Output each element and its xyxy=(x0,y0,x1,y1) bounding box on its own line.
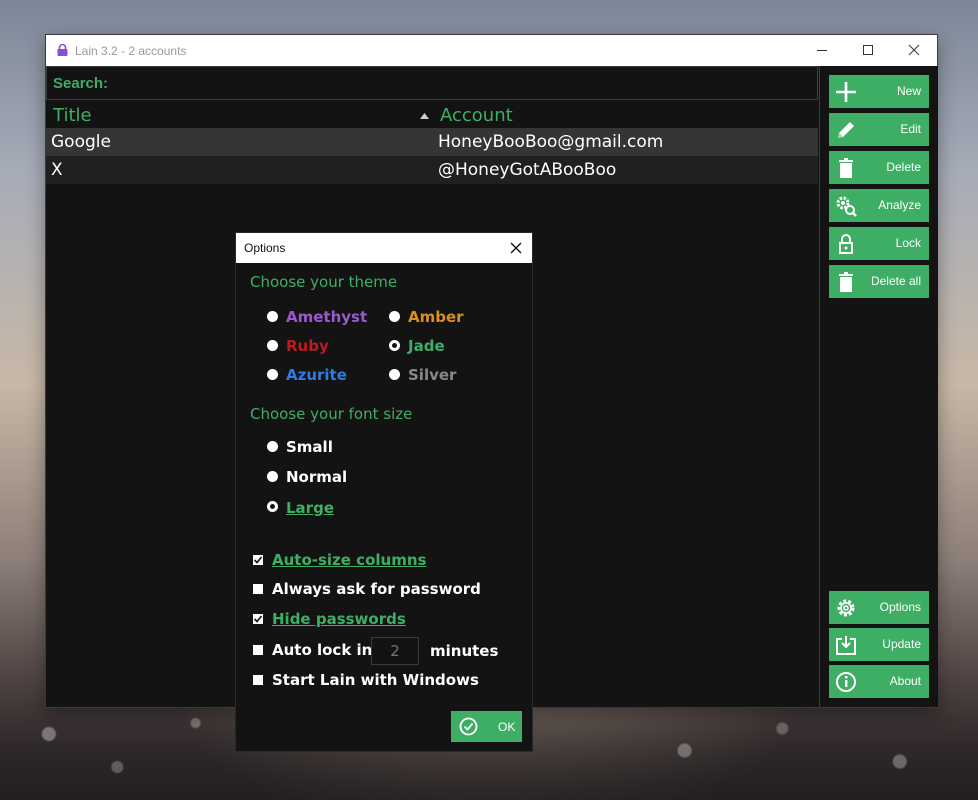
about-button[interactable]: About xyxy=(829,665,929,698)
start-with-windows-label[interactable]: Start Lain with Windows xyxy=(272,671,479,689)
trash-icon xyxy=(839,272,853,292)
auto-size-columns-label[interactable]: Auto-size columns xyxy=(272,551,426,569)
theme-radio-azurite[interactable] xyxy=(267,369,278,380)
auto-lock-label[interactable]: Auto lock in xyxy=(272,641,372,659)
start-with-windows-checkbox[interactable] xyxy=(253,675,263,685)
theme-section-label: Choose your theme xyxy=(250,273,398,291)
analyze-button[interactable]: Analyze xyxy=(829,189,929,222)
options-dialog: Options Choose your theme Amethyst Amber… xyxy=(236,233,532,751)
ok-button[interactable]: OK xyxy=(451,711,522,742)
download-icon xyxy=(836,636,856,655)
column-header-title[interactable]: Title xyxy=(53,105,92,126)
cell-title: Google xyxy=(51,132,111,152)
minimize-button[interactable] xyxy=(799,35,845,66)
ok-button-label: OK xyxy=(498,720,516,734)
lock-button-label: Lock xyxy=(895,236,921,250)
close-button[interactable] xyxy=(891,35,937,66)
search-label: Search: xyxy=(53,75,109,92)
close-icon[interactable] xyxy=(506,238,526,258)
font-size-option-normal[interactable]: Normal xyxy=(286,468,347,486)
gear-icon xyxy=(837,599,855,617)
new-button[interactable]: New xyxy=(829,75,929,108)
update-button-label: Update xyxy=(882,637,921,651)
theme-option-amber[interactable]: Amber xyxy=(408,308,464,326)
minimize-icon xyxy=(817,50,827,51)
auto-size-columns-checkbox[interactable] xyxy=(253,555,263,565)
checkmark-icon xyxy=(253,615,263,623)
trash-icon xyxy=(839,158,853,178)
info-icon xyxy=(836,672,856,692)
search-input[interactable] xyxy=(109,71,813,97)
hide-passwords-checkbox[interactable] xyxy=(253,614,263,624)
font-size-radio-normal[interactable] xyxy=(267,471,278,482)
close-icon xyxy=(908,44,920,56)
about-button-label: About xyxy=(889,674,921,688)
padlock-icon xyxy=(57,44,68,56)
plus-icon xyxy=(836,82,856,102)
maximize-button[interactable] xyxy=(845,35,891,66)
auto-lock-checkbox[interactable] xyxy=(253,645,263,655)
theme-option-silver[interactable]: Silver xyxy=(408,366,456,384)
update-button[interactable]: Update xyxy=(829,628,929,661)
options-button-label: Options xyxy=(879,600,921,614)
theme-radio-amber[interactable] xyxy=(389,311,400,322)
table-row[interactable]: Google HoneyBooBoo@gmail.com xyxy=(46,128,818,156)
theme-option-azurite[interactable]: Azurite xyxy=(286,366,347,384)
auto-lock-minutes-suffix: minutes xyxy=(430,642,499,660)
check-circle-icon xyxy=(459,717,478,736)
delete-button[interactable]: Delete xyxy=(829,151,929,184)
theme-option-ruby[interactable]: Ruby xyxy=(286,337,329,355)
title-bar: Lain 3.2 - 2 accounts xyxy=(46,35,937,66)
delete-all-button[interactable]: Delete all xyxy=(829,265,929,298)
column-header-account[interactable]: Account xyxy=(440,105,513,126)
options-button[interactable]: Options xyxy=(829,591,929,624)
auto-lock-minutes-input[interactable]: 2 xyxy=(371,637,419,665)
new-button-label: New xyxy=(896,84,921,98)
window-title: Lain 3.2 - 2 accounts xyxy=(75,44,187,58)
maximize-icon xyxy=(863,45,873,55)
theme-radio-ruby[interactable] xyxy=(267,340,278,351)
edit-button-label: Edit xyxy=(900,122,921,136)
options-dialog-titlebar: Options xyxy=(236,233,532,263)
ask-password-label[interactable]: Always ask for password xyxy=(272,580,481,598)
pencil-icon xyxy=(838,122,854,138)
search-bar: Search: xyxy=(46,66,818,100)
font-size-option-small[interactable]: Small xyxy=(286,438,333,456)
options-dialog-title: Options xyxy=(244,241,286,255)
sort-ascending-icon xyxy=(420,113,429,119)
font-size-section-label: Choose your font size xyxy=(250,405,413,423)
gear-search-icon xyxy=(836,196,857,217)
theme-radio-jade[interactable] xyxy=(389,340,400,351)
delete-all-button-label: Delete all xyxy=(870,274,921,288)
font-size-option-large[interactable]: Large xyxy=(286,499,334,517)
ask-password-checkbox[interactable] xyxy=(253,584,263,594)
table-row[interactable]: X @HoneyGotABooBoo xyxy=(46,156,818,184)
checkmark-icon xyxy=(253,556,263,564)
theme-option-amethyst[interactable]: Amethyst xyxy=(286,308,367,326)
hide-passwords-label[interactable]: Hide passwords xyxy=(272,610,406,628)
edit-button[interactable]: Edit xyxy=(829,113,929,146)
cell-account: HoneyBooBoo@gmail.com xyxy=(438,132,664,152)
action-sidebar: New Edit Delete Analyze Lock Delete all … xyxy=(819,66,938,707)
table-header: Title Account xyxy=(46,104,818,128)
padlock-icon xyxy=(839,234,853,254)
cell-account: @HoneyGotABooBoo xyxy=(438,160,617,180)
theme-radio-silver[interactable] xyxy=(389,369,400,380)
theme-radio-amethyst[interactable] xyxy=(267,311,278,322)
theme-option-jade[interactable]: Jade xyxy=(408,337,445,355)
analyze-button-label: Analyze xyxy=(878,198,921,212)
font-size-radio-small[interactable] xyxy=(267,441,278,452)
font-size-radio-large[interactable] xyxy=(267,501,278,512)
lock-button[interactable]: Lock xyxy=(829,227,929,260)
delete-button-label: Delete xyxy=(886,160,921,174)
cell-title: X xyxy=(51,160,63,180)
